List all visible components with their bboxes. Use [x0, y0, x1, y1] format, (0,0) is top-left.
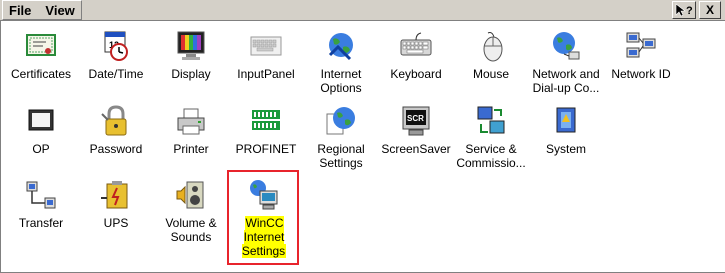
item-certificates[interactable]: Certificates: [3, 29, 79, 81]
item-date-time[interactable]: 12 Date/Time: [78, 29, 154, 81]
item-label: PROFINET: [235, 142, 297, 156]
item-printer[interactable]: Printer: [153, 104, 229, 156]
item-screensaver[interactable]: SCR ScreenSaver: [378, 104, 454, 156]
item-label: UPS: [103, 216, 129, 230]
profinet-icon: [249, 104, 283, 138]
item-label: Network and Dial-up Co...: [532, 67, 600, 95]
item-label: Date/Time: [88, 67, 144, 81]
item-regional-settings[interactable]: Regional Settings: [303, 104, 379, 170]
system-icon: [549, 104, 583, 138]
item-label: Transfer: [18, 216, 64, 230]
network-computers-icon: [624, 29, 658, 63]
item-volume-sounds[interactable]: Volume & Sounds: [153, 178, 229, 244]
network-globe-icon: [549, 29, 583, 63]
help-button[interactable]: ?: [672, 1, 696, 19]
item-network-dialup[interactable]: Network and Dial-up Co...: [528, 29, 604, 95]
monitor-icon: [174, 29, 208, 63]
menu-bar: File View ? X: [0, 0, 725, 21]
keyboard-panel-icon: [249, 29, 283, 63]
menu-strip: File View: [2, 0, 82, 20]
speaker-icon: [174, 178, 208, 212]
item-label: Password: [89, 142, 143, 156]
item-label: Internet Options: [320, 67, 362, 95]
keyboard-icon: [399, 29, 433, 63]
item-label: Keyboard: [390, 67, 442, 81]
item-label: Display: [171, 67, 211, 81]
mouse-icon: [474, 29, 508, 63]
help-pointer-icon: ?: [675, 3, 693, 17]
ups-battery-icon: [99, 178, 133, 212]
item-label: Regional Settings: [317, 142, 365, 170]
screensaver-icon: SCR: [399, 104, 433, 138]
item-mouse[interactable]: Mouse: [453, 29, 529, 81]
item-label: System: [545, 142, 586, 156]
transfer-icon: [24, 178, 58, 212]
globe-icon: [324, 29, 358, 63]
regional-globe-icon: [324, 104, 358, 138]
item-label: Service & Commissio...: [456, 142, 526, 170]
item-label: OP: [32, 142, 50, 156]
menu-view[interactable]: View: [43, 3, 76, 18]
certificate-icon: [24, 29, 58, 63]
item-service-commissioning[interactable]: Service & Commissio...: [453, 104, 529, 170]
item-label: Certificates: [10, 67, 72, 81]
item-label: Mouse: [472, 67, 510, 81]
close-icon: X: [705, 3, 714, 17]
item-label: Printer: [173, 142, 209, 156]
item-profinet[interactable]: PROFINET: [228, 104, 304, 156]
help-glyph: ?: [686, 5, 693, 17]
printer-icon: [174, 104, 208, 138]
item-label: Network ID: [611, 67, 671, 81]
padlock-icon: [99, 104, 133, 138]
menu-file[interactable]: File: [7, 3, 33, 18]
svg-text:SCR: SCR: [407, 114, 424, 123]
item-internet-options[interactable]: Internet Options: [303, 29, 379, 95]
calendar-clock-icon: 12: [99, 29, 133, 63]
item-op[interactable]: OP: [3, 104, 79, 156]
item-label: InputPanel: [237, 67, 295, 81]
highlight-annotation: [227, 170, 299, 265]
item-password[interactable]: Password: [78, 104, 154, 156]
close-button[interactable]: X: [699, 1, 721, 19]
operator-panel-icon: [24, 104, 58, 138]
service-icon: [474, 104, 508, 138]
item-ups[interactable]: UPS: [78, 178, 154, 230]
item-label: Volume & Sounds: [165, 216, 217, 244]
item-input-panel[interactable]: InputPanel: [228, 29, 304, 81]
item-network-id[interactable]: Network ID: [603, 29, 679, 81]
item-transfer[interactable]: Transfer: [3, 178, 79, 230]
item-keyboard[interactable]: Keyboard: [378, 29, 454, 81]
item-label: ScreenSaver: [381, 142, 451, 156]
item-display[interactable]: Display: [153, 29, 229, 81]
item-system[interactable]: System: [528, 104, 604, 156]
